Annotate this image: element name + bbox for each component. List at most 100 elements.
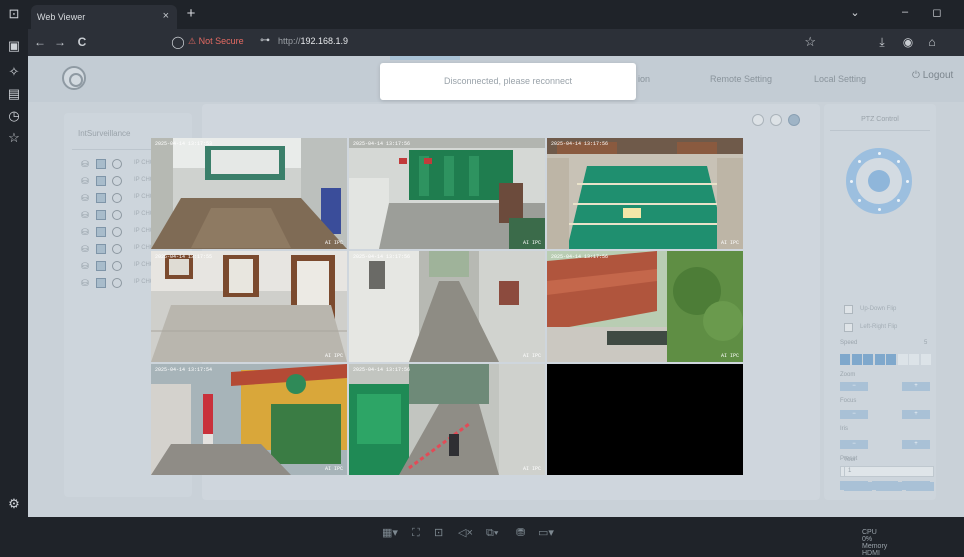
tab-web-viewer[interactable]: Web Viewer ×: [31, 5, 177, 29]
up-down-flip-toggle[interactable]: Up-Down Flip: [844, 304, 934, 316]
iris-minus-button[interactable]: −: [840, 440, 868, 449]
not-secure-warning[interactable]: ⚠ Not Secure: [188, 36, 244, 47]
tabs-icon[interactable]: ▣: [6, 38, 22, 54]
settings-icon[interactable]: [112, 176, 122, 186]
profile-icon[interactable]: ◉: [900, 34, 916, 50]
stream-icon[interactable]: [96, 278, 106, 288]
focus-minus-button[interactable]: −: [840, 410, 868, 419]
ptz-center-button[interactable]: [868, 170, 890, 192]
new-tab-button[interactable]: +: [182, 5, 200, 23]
settings-icon[interactable]: [112, 227, 122, 237]
settings-icon[interactable]: [112, 210, 122, 220]
stream-icon[interactable]: [96, 193, 106, 203]
shield-icon[interactable]: ◯: [170, 34, 186, 50]
record-icon[interactable]: ⛁: [80, 210, 90, 220]
ptz-arrow-icon[interactable]: [877, 151, 881, 155]
stream-icon[interactable]: [96, 244, 106, 254]
record-icon[interactable]: ⛁: [80, 227, 90, 237]
extensions-icon[interactable]: ✧: [6, 64, 22, 80]
camera-feed[interactable]: 2025-04-14 13:17:56 AI IPC: [547, 251, 743, 362]
iris-plus-button[interactable]: +: [902, 440, 930, 449]
record-icon[interactable]: ⛁: [80, 261, 90, 271]
speed-segment[interactable]: [897, 354, 908, 365]
record-icon[interactable]: ⛁: [80, 193, 90, 203]
display-icon[interactable]: ▭▾: [538, 525, 554, 541]
speed-segment[interactable]: [851, 354, 862, 365]
speed-segment[interactable]: [874, 354, 885, 365]
nav-item-live-view[interactable]: ion: [638, 74, 650, 84]
left-right-flip-toggle[interactable]: Left-Right Flip: [844, 322, 934, 334]
sidebar-menu-icon[interactable]: ⊡: [6, 6, 22, 22]
key-icon[interactable]: ⊶: [260, 35, 270, 46]
maximize-button[interactable]: ◻: [928, 6, 946, 19]
stream-icon[interactable]: [96, 227, 106, 237]
fullscreen-icon[interactable]: ⛶: [412, 525, 420, 541]
settings-icon[interactable]: ⚙: [6, 496, 22, 512]
focus-plus-button[interactable]: +: [902, 410, 930, 419]
tour-input[interactable]: 1: [844, 466, 934, 477]
ptz-arrow-icon[interactable]: [849, 179, 853, 183]
stream-icon[interactable]: [96, 159, 106, 169]
checkbox[interactable]: [844, 305, 853, 314]
reload-button[interactable]: C: [74, 34, 90, 50]
speed-slider[interactable]: [840, 354, 931, 365]
back-button[interactable]: ←: [32, 34, 48, 50]
view-mode-1-button[interactable]: [752, 114, 764, 126]
stream-icon[interactable]: [96, 261, 106, 271]
checkbox[interactable]: [844, 323, 853, 332]
favorites-icon[interactable]: ☆: [6, 130, 22, 146]
tour-start-button[interactable]: [844, 482, 872, 491]
nav-item-local-setting[interactable]: Local Setting: [814, 74, 866, 84]
mute-icon[interactable]: ◁×: [458, 525, 473, 541]
camera-feed[interactable]: 2025-04-14 13:17:56 AI IPC: [349, 364, 545, 475]
settings-icon[interactable]: [112, 278, 122, 288]
speed-segment[interactable]: [920, 354, 931, 365]
history-icon[interactable]: ◷: [6, 108, 22, 124]
ptz-arrow-icon[interactable]: [857, 159, 861, 163]
snapshot-icon[interactable]: ⊡: [434, 525, 443, 541]
camera-feed[interactable]: 2025-04-14 13:17:54 AI IPC: [151, 364, 347, 475]
camera-feed[interactable]: 2025-04-14 13:17:56 AI IPC: [547, 138, 743, 249]
settings-icon[interactable]: [112, 244, 122, 254]
settings-icon[interactable]: [112, 193, 122, 203]
settings-icon[interactable]: [112, 261, 122, 271]
extensions-toolbar-icon[interactable]: ⌂: [924, 34, 940, 50]
tour-stop-button[interactable]: [876, 482, 902, 491]
address-bar[interactable]: ◯ ⚠ Not Secure ⊶ http://192.168.1.9 ☆: [166, 32, 818, 53]
minimize-button[interactable]: –: [896, 6, 914, 18]
empty-camera-cell[interactable]: [547, 364, 743, 475]
tour-edit-button[interactable]: [906, 482, 934, 491]
ptz-arrow-icon[interactable]: [877, 207, 881, 211]
view-mode-3-button[interactable]: [788, 114, 800, 126]
stream-icon[interactable]: ⛃: [516, 525, 525, 541]
split-screen-icon[interactable]: ▦▾: [382, 525, 398, 541]
downloads-icon[interactable]: ⤓: [874, 34, 890, 50]
camera-feed[interactable]: 2025-04-14 13:17:53 AI IPC: [151, 138, 347, 249]
record-icon[interactable]: ⛁: [80, 159, 90, 169]
record-icon[interactable]: ⛁: [80, 244, 90, 254]
speed-segment[interactable]: [840, 354, 850, 365]
camera-feed[interactable]: 2025-04-14 13:17:55 AI IPC: [151, 251, 347, 362]
zoom-out-button[interactable]: −: [840, 382, 868, 391]
tab-close-icon[interactable]: ×: [163, 10, 169, 22]
ptz-arrow-icon[interactable]: [905, 179, 909, 183]
record-icon[interactable]: ⛁: [80, 278, 90, 288]
camera-feed[interactable]: 2025-04-14 13:17:56 AI IPC: [349, 251, 545, 362]
nav-item-remote-setting[interactable]: Remote Setting: [710, 74, 772, 84]
window-dropdown-icon[interactable]: ⌄: [846, 6, 864, 19]
speed-segment[interactable]: [909, 354, 919, 365]
bookmark-star-icon[interactable]: ☆: [804, 34, 816, 50]
url-text[interactable]: http://192.168.1.9: [278, 36, 348, 46]
settings-icon[interactable]: [112, 159, 122, 169]
view-mode-2-button[interactable]: [770, 114, 782, 126]
record-icon[interactable]: ⧉▾: [486, 525, 498, 541]
record-icon[interactable]: ⛁: [80, 176, 90, 186]
speed-segment[interactable]: [886, 354, 896, 365]
logout-button[interactable]: ⏻ Logout: [912, 70, 953, 81]
stream-icon[interactable]: [96, 210, 106, 220]
forward-button[interactable]: →: [52, 34, 68, 50]
stream-icon[interactable]: [96, 176, 106, 186]
speed-segment[interactable]: [863, 354, 873, 365]
camera-feed[interactable]: 2025-04-14 13:17:56 AI IPC: [349, 138, 545, 249]
clipboard-icon[interactable]: ▤: [6, 86, 22, 102]
